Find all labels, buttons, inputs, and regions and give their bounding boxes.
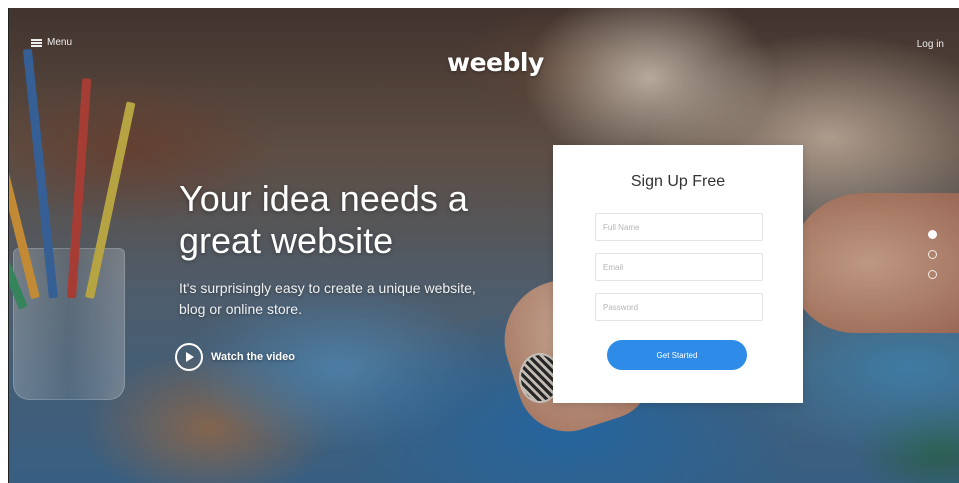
signup-panel: Sign Up Free Get Started bbox=[553, 145, 803, 403]
email-field[interactable] bbox=[595, 253, 763, 281]
hamburger-icon bbox=[31, 38, 42, 47]
weebly-logo[interactable]: weebly bbox=[447, 48, 544, 77]
play-icon bbox=[175, 343, 203, 371]
get-started-button[interactable]: Get Started bbox=[607, 340, 747, 370]
hero-headline: Your idea needs a great website bbox=[179, 178, 468, 261]
carousel-dot[interactable] bbox=[928, 250, 937, 259]
carousel-dot[interactable] bbox=[928, 230, 937, 239]
menu-label: Menu bbox=[47, 37, 73, 48]
signup-title: Sign Up Free bbox=[630, 173, 726, 190]
watch-video-label: Watch the video bbox=[211, 351, 295, 363]
login-link[interactable]: Log in bbox=[917, 39, 944, 50]
password-field[interactable] bbox=[595, 293, 763, 321]
full-name-field[interactable] bbox=[595, 213, 763, 241]
menu-button[interactable]: Menu bbox=[31, 37, 72, 48]
hero-subtext: It's surprisingly easy to create a uniqu… bbox=[179, 280, 476, 317]
watch-video-button[interactable]: Watch the video bbox=[175, 343, 295, 371]
hero-section: Menu weebly Log in Your idea needs a gre… bbox=[8, 8, 959, 483]
carousel-dot[interactable] bbox=[928, 270, 937, 279]
